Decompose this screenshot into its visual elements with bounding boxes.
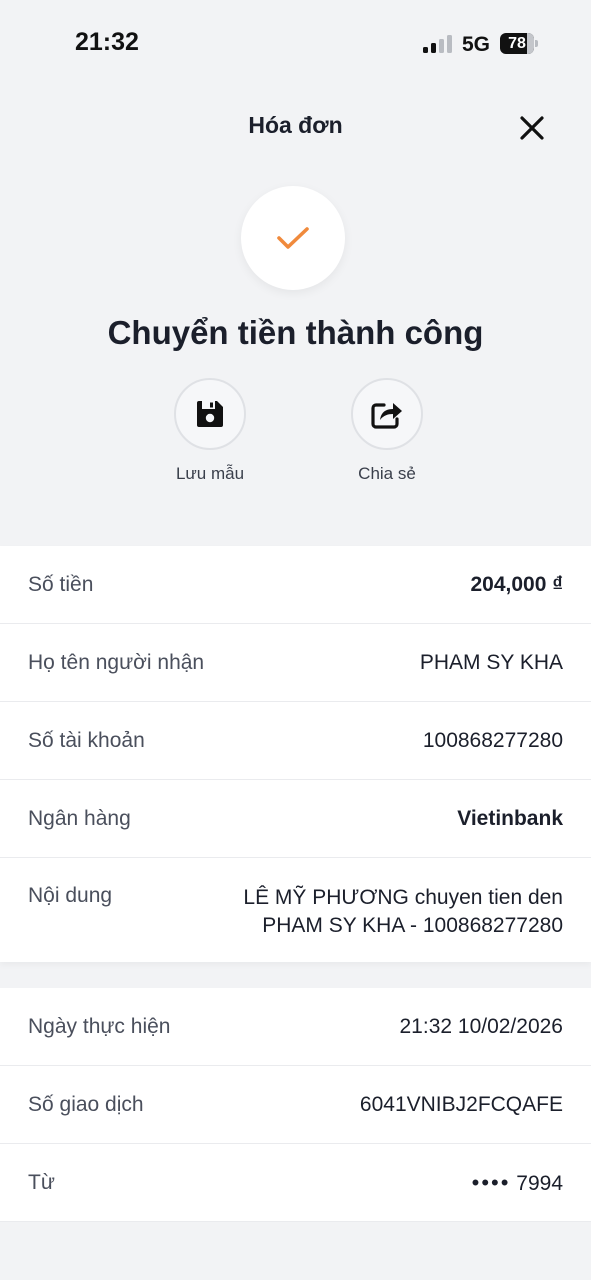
amount-row: Số tiền 204,000 ₫ [0,546,591,624]
source-account-row: Từ •••• 7994 [0,1144,591,1222]
battery-level: 78 [508,35,526,52]
transaction-info-card: Ngày thực hiện 21:32 10/02/2026 Số giao … [0,988,591,1222]
status-time: 21:32 [75,28,139,56]
recipient-name-value: PHAM SY KHA [419,650,563,674]
success-badge [241,186,345,290]
account-number-value: 100868277280 [422,728,563,752]
transfer-details-card: Số tiền 204,000 ₫ Họ tên người nhận PHAM… [0,546,591,962]
close-button[interactable] [514,110,550,146]
share-label: Chia sẻ [358,464,416,483]
content-value: LÊ MỸ PHƯƠNG chuyen tien den PHAM SY KHA… [243,884,563,940]
account-number-row: Số tài khoản 100868277280 [0,702,591,780]
transaction-id-label: Số giao dịch [28,1092,144,1116]
content-label: Nội dung [28,884,113,907]
page-title: Hóa đơn [248,112,343,138]
content-value-line1: LÊ MỸ PHƯƠNG chuyen tien den [243,886,563,909]
transaction-id-row: Số giao dịch 6041VNIBJ2FCQAFE [0,1066,591,1144]
bank-value: Vietinbank [457,806,563,830]
cellular-signal-icon [423,35,453,53]
masked-dots: •••• [471,1169,511,1195]
amount-value: 204,000 ₫ [470,572,563,596]
status-bar: 21:32 5G 78 [0,0,591,88]
content-row: Nội dung LÊ MỸ PHƯƠNG chuyen tien den PH… [0,858,591,962]
save-template-label: Lưu mẫu [175,464,245,483]
battery-icon: 78 [500,33,538,54]
close-icon [520,116,544,140]
checkmark-icon [277,227,309,249]
execution-date-row: Ngày thực hiện 21:32 10/02/2026 [0,988,591,1066]
recipient-name-label: Họ tên người nhận [28,650,205,674]
content-value-line2: PHAM SY KHA - 100868277280 [262,914,563,937]
transaction-id-value: 6041VNIBJ2FCQAFE [359,1092,563,1116]
execution-date-label: Ngày thực hiện [28,1014,171,1038]
recipient-name-row: Họ tên người nhận PHAM SY KHA [0,624,591,702]
save-icon [197,401,223,427]
source-account-label: Từ [28,1170,55,1194]
amount-label: Số tiền [28,572,94,596]
account-number-label: Số tài khoản [28,728,145,752]
bank-row: Ngân hàng Vietinbank [0,780,591,858]
source-account-value: •••• 7994 [472,1170,563,1196]
execution-date-value: 21:32 10/02/2026 [399,1014,564,1038]
share-icon [371,403,402,429]
source-account-last-digits: 7994 [516,1171,563,1195]
save-template-button[interactable]: Lưu mẫu [155,378,265,484]
share-button[interactable]: Chia sẻ [332,378,442,484]
success-title: Chuyển tiền thành công [107,314,484,351]
bank-label: Ngân hàng [28,806,131,830]
network-type: 5G [462,33,491,56]
